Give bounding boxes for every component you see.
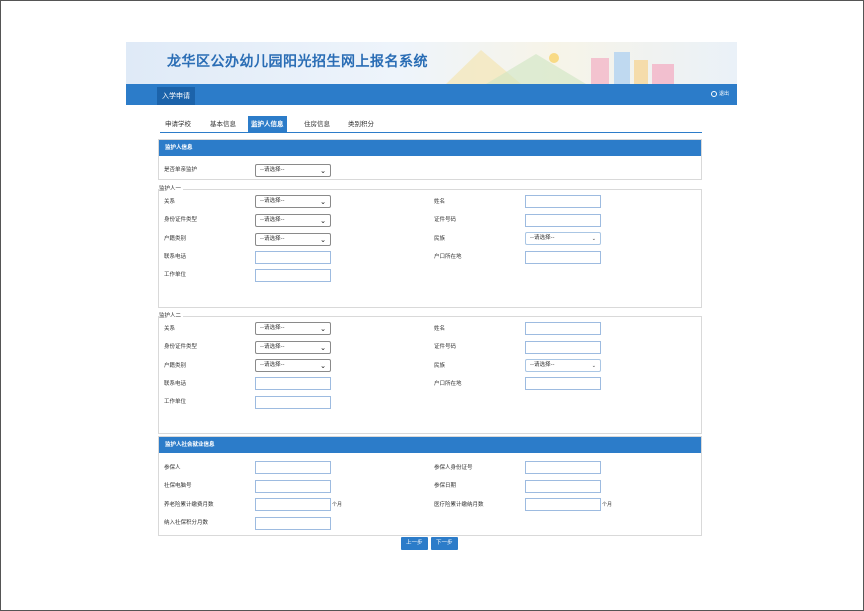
g2-id-type-value: --请选择-- — [260, 344, 285, 350]
guardian1-legend: 监护人一 — [159, 184, 184, 192]
single-parent-label: 是否单亲监护 — [164, 167, 198, 173]
g2-relation-select[interactable]: --请选择-- ⌄ — [255, 322, 331, 335]
g1-id-type-select[interactable]: --请选择-- ⌄ — [255, 214, 331, 227]
ss-number-label: 社保电脑号 — [164, 483, 192, 489]
tab-guardian-info[interactable]: 监护人信息 — [248, 116, 287, 132]
exit-button[interactable]: 退出 — [710, 90, 729, 97]
g2-ethnicity-select[interactable]: --请选择-- ⌄ — [525, 359, 601, 372]
insured-date-label: 参保日期 — [434, 483, 457, 489]
g1-id-number-label: 证件号码 — [434, 217, 457, 223]
ss-number-input[interactable] — [255, 480, 331, 493]
pension-months-input[interactable] — [255, 498, 331, 511]
g1-relation-select[interactable]: --请选择-- ⌄ — [255, 195, 331, 208]
g2-workplace-label: 工作单位 — [164, 399, 187, 405]
chevron-down-icon: ⌄ — [320, 198, 326, 206]
g2-id-number-label: 证件号码 — [434, 344, 457, 350]
system-title: 龙华区公办幼儿园阳光招生网上报名系统 — [167, 54, 428, 70]
guardian1-fieldset — [158, 189, 702, 308]
chevron-down-icon: ⌄ — [320, 217, 326, 225]
g1-hukou-place-label: 户口所在地 — [434, 254, 462, 260]
tab-school[interactable]: 申请学校 — [162, 116, 194, 132]
g1-name-label: 姓名 — [434, 199, 446, 205]
chevron-down-icon: ⌄ — [320, 362, 326, 370]
g1-workplace-input[interactable] — [255, 269, 331, 282]
g2-id-type-label: 身份证件类型 — [164, 344, 198, 350]
tab-housing-info[interactable]: 住房信息 — [301, 116, 333, 132]
g1-ethnicity-select[interactable]: --请选择-- ⌄ — [525, 232, 601, 245]
g1-name-input[interactable] — [525, 195, 601, 208]
social-security-panel: 监护人社会就业信息 — [158, 436, 702, 536]
insured-label: 参保人 — [164, 465, 181, 471]
g1-hukou-type-label: 户籍类别 — [164, 236, 187, 242]
g2-workplace-input[interactable] — [255, 396, 331, 409]
chevron-down-icon: ⌄ — [591, 236, 596, 242]
tab-underline — [160, 132, 702, 133]
chevron-down-icon: ⌄ — [591, 363, 596, 369]
g2-relation-value: --请选择-- — [260, 325, 285, 331]
chevron-down-icon: ⌄ — [320, 344, 326, 352]
g1-hukou-type-select[interactable]: --请选择-- ⌄ — [255, 233, 331, 246]
header-banner: 龙华区公办幼儿园阳光招生网上报名系统 — [126, 42, 737, 84]
g1-hukou-place-input[interactable] — [525, 251, 601, 264]
g2-id-type-select[interactable]: --请选择-- ⌄ — [255, 341, 331, 354]
medical-months-unit: 个月 — [602, 502, 613, 508]
g2-id-number-input[interactable] — [525, 341, 601, 354]
next-step-button[interactable]: 下一步 — [431, 537, 458, 550]
nav-apply-admission[interactable]: 入学申请 — [157, 87, 195, 105]
g1-id-type-value: --请选择-- — [260, 217, 285, 223]
top-navbar: 入学申请 退出 — [126, 84, 737, 105]
guardian2-fieldset — [158, 316, 702, 434]
g2-ethnicity-value: --请选择-- — [530, 362, 555, 368]
pension-months-label: 养老险累计缴费月数 — [164, 502, 214, 508]
insured-id-input[interactable] — [525, 461, 601, 474]
insured-date-input[interactable] — [525, 480, 601, 493]
included-months-input[interactable] — [255, 517, 331, 530]
prev-step-button[interactable]: 上一步 — [401, 537, 428, 550]
single-parent-select[interactable]: --请选择-- ⌄ — [255, 164, 331, 177]
g1-id-type-label: 身份证件类型 — [164, 217, 198, 223]
g2-hukou-type-select[interactable]: --请选择-- ⌄ — [255, 359, 331, 372]
g2-hukou-type-label: 户籍类别 — [164, 363, 187, 369]
g1-ethnicity-label: 民族 — [434, 236, 446, 242]
g1-id-number-input[interactable] — [525, 214, 601, 227]
g1-phone-input[interactable] — [255, 251, 331, 264]
g2-hukou-type-value: --请选择-- — [260, 362, 285, 368]
g2-phone-label: 联系电话 — [164, 381, 187, 387]
medical-months-label: 医疗险累计缴纳月数 — [434, 502, 484, 508]
medical-months-input[interactable] — [525, 498, 601, 511]
g2-relation-label: 关系 — [164, 326, 176, 332]
single-parent-value: --请选择-- — [260, 167, 285, 173]
banner-decoration — [446, 50, 674, 84]
g1-ethnicity-value: --请选择-- — [530, 235, 555, 241]
guardian2-legend: 监护人二 — [159, 311, 184, 319]
exit-label: 退出 — [718, 91, 729, 97]
tab-basic-info[interactable]: 基本信息 — [207, 116, 239, 132]
g1-workplace-label: 工作单位 — [164, 272, 187, 278]
g1-phone-label: 联系电话 — [164, 254, 187, 260]
power-icon — [710, 90, 717, 97]
chevron-down-icon: ⌄ — [320, 167, 326, 175]
g1-hukou-type-value: --请选择-- — [260, 236, 285, 242]
guardian-info-header: 监护人信息 — [159, 140, 701, 156]
chevron-down-icon: ⌄ — [320, 325, 326, 333]
g2-hukou-place-label: 户口所在地 — [434, 381, 462, 387]
insured-id-label: 参保人身份证号 — [434, 465, 473, 471]
chevron-down-icon: ⌄ — [320, 236, 326, 244]
pension-months-unit: 个月 — [332, 502, 343, 508]
g1-relation-label: 关系 — [164, 199, 176, 205]
tab-category-points[interactable]: 类别积分 — [345, 116, 377, 132]
g2-phone-input[interactable] — [255, 377, 331, 390]
g2-name-input[interactable] — [525, 322, 601, 335]
social-security-header: 监护人社会就业信息 — [159, 437, 701, 453]
g2-hukou-place-input[interactable] — [525, 377, 601, 390]
g2-ethnicity-label: 民族 — [434, 363, 446, 369]
included-months-label: 纳入社保积分月数 — [164, 520, 209, 526]
guardian-info-panel: 监护人信息 — [158, 139, 702, 180]
insured-input[interactable] — [255, 461, 331, 474]
g2-name-label: 姓名 — [434, 326, 446, 332]
g1-relation-value: --请选择-- — [260, 198, 285, 204]
